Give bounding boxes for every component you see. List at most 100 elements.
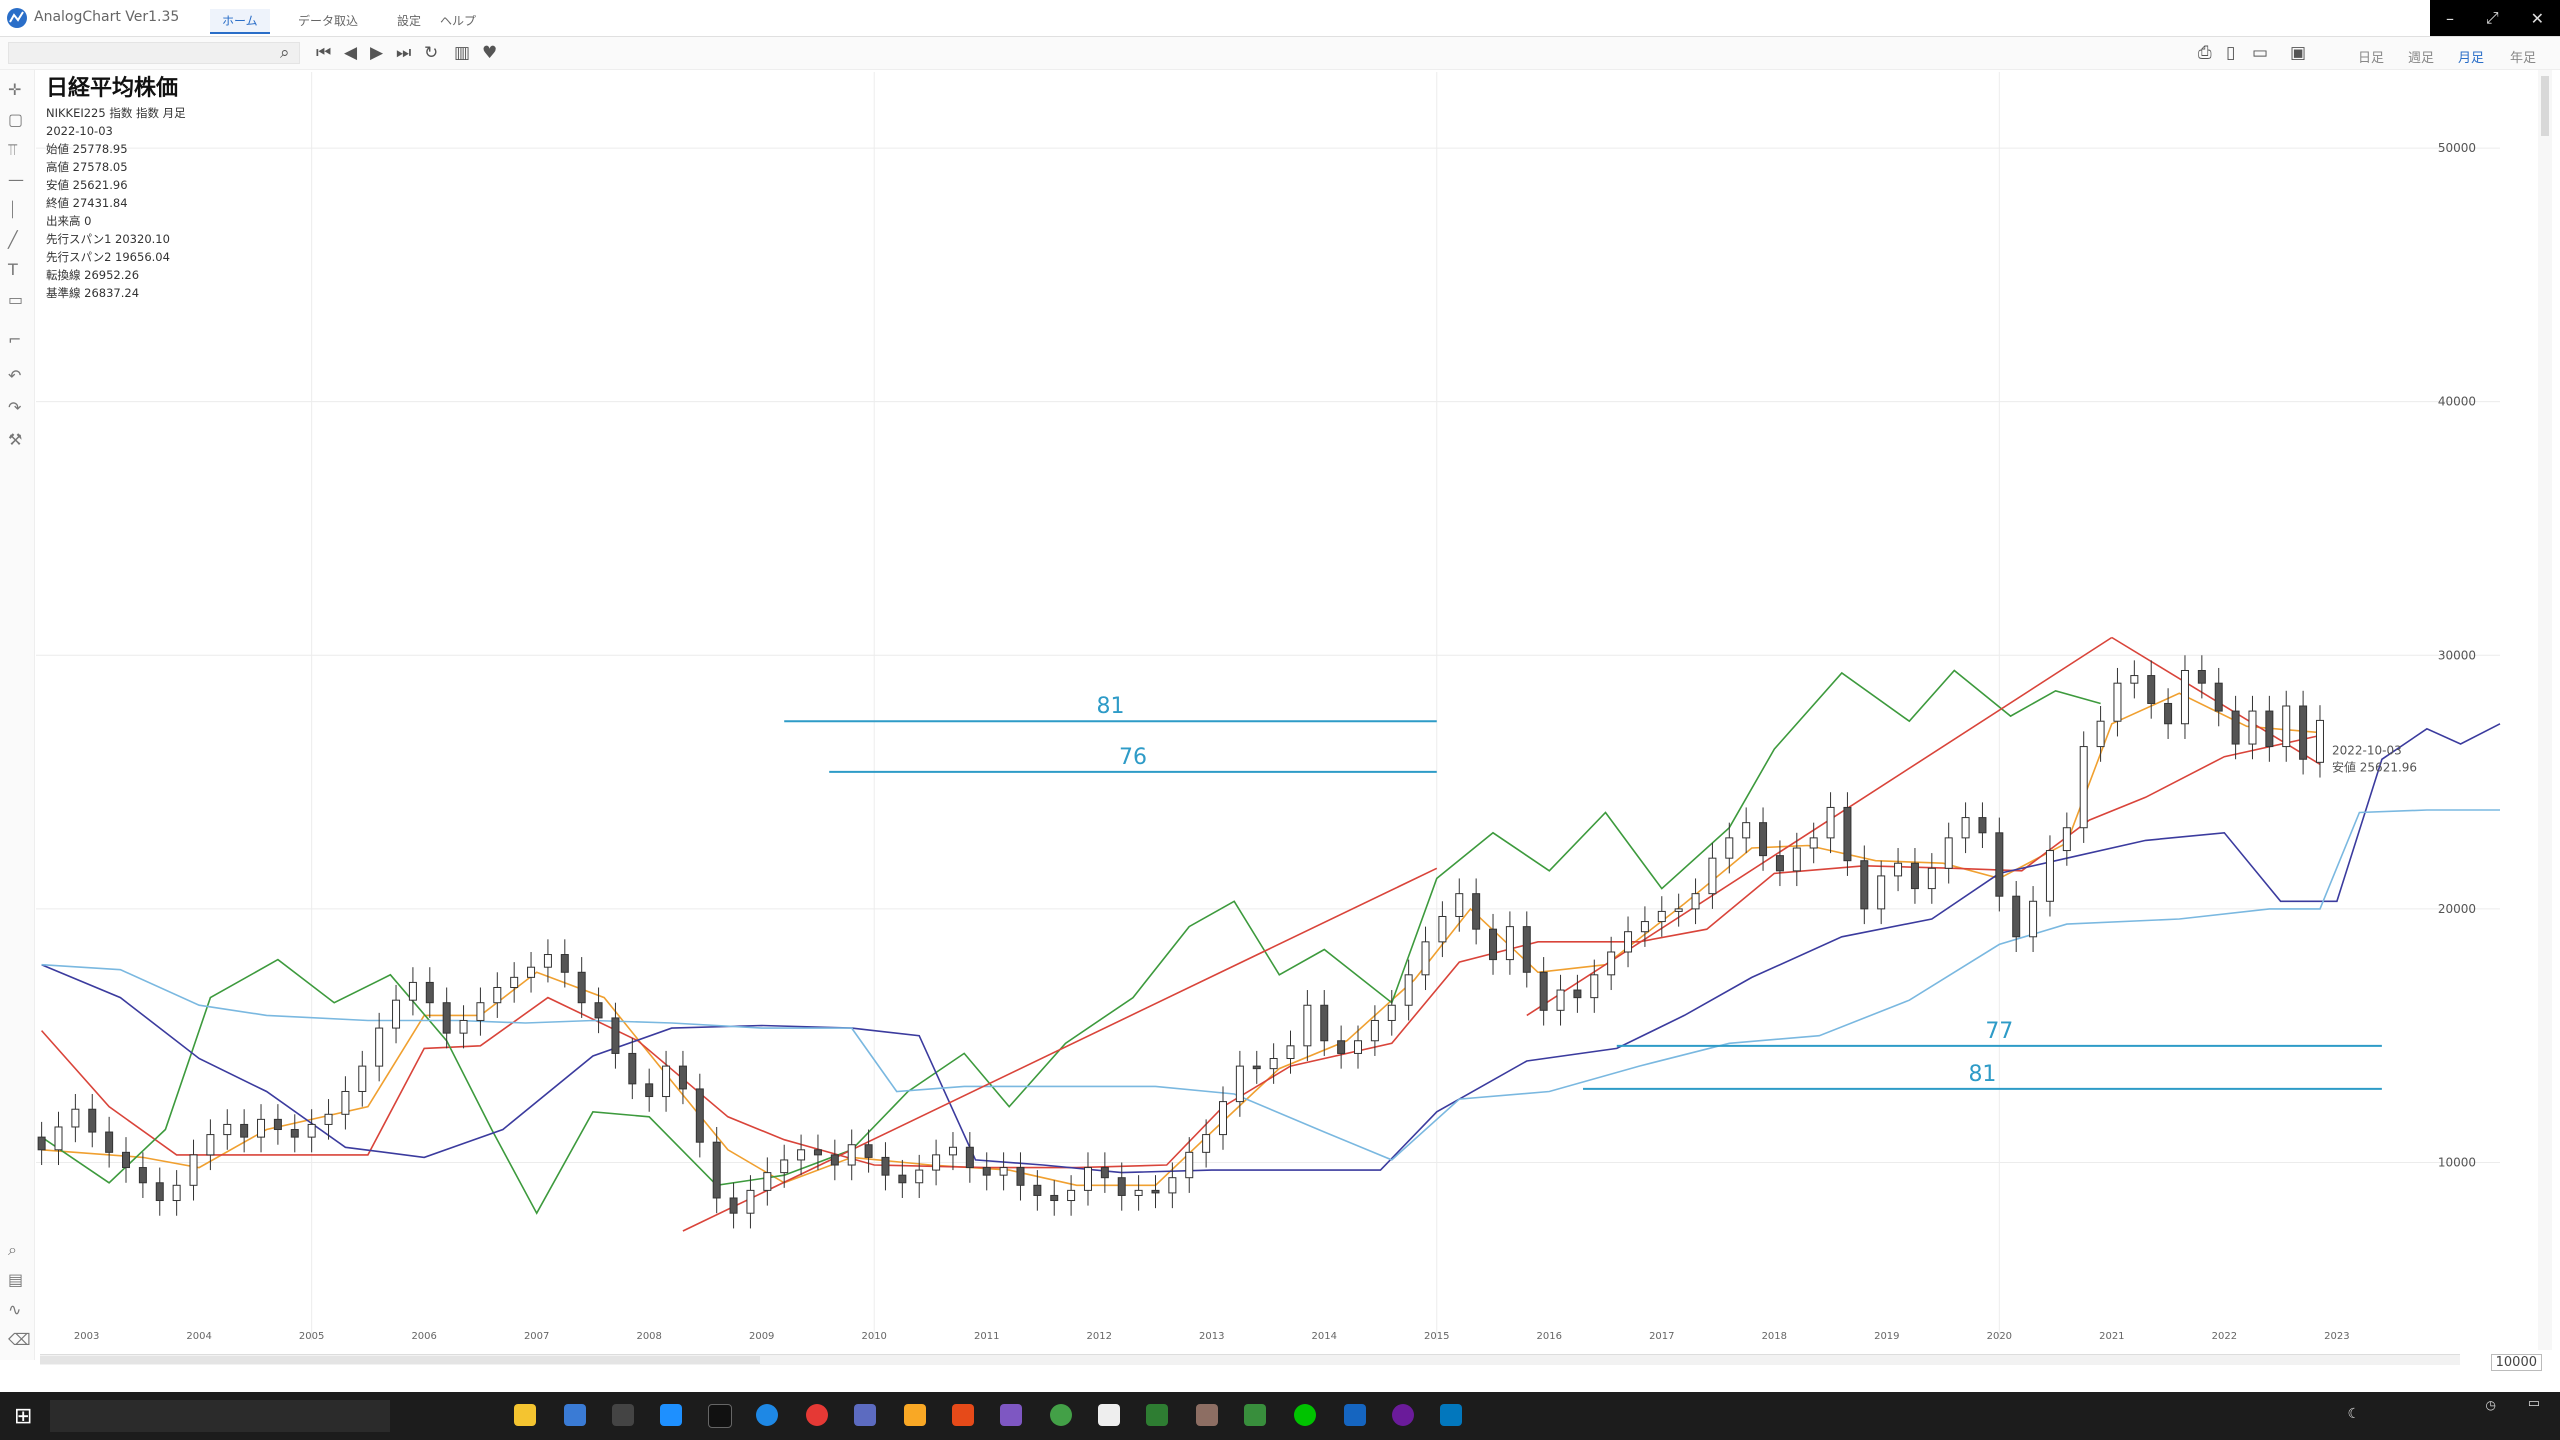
edge-icon[interactable]	[756, 1404, 778, 1426]
tab-help[interactable]: ヘルプ	[428, 9, 488, 32]
app-icon[interactable]	[904, 1404, 926, 1426]
vertical-scroll-thumb[interactable]	[2541, 76, 2549, 136]
corner-icon[interactable]: ⌐	[8, 330, 21, 349]
candle-body	[1657, 910, 1666, 923]
fib-icon[interactable]: ⫪	[8, 140, 17, 160]
app-icon[interactable]	[1098, 1404, 1120, 1426]
candle-body	[2265, 710, 2274, 748]
weather-icon[interactable]: ☾	[2347, 1406, 2360, 1422]
text-icon[interactable]: T	[8, 260, 18, 279]
x-tick-label: 2016	[1537, 1331, 1562, 1342]
app-icon[interactable]	[612, 1404, 634, 1426]
first-icon[interactable]: ⏮	[316, 43, 331, 63]
horizontal-line-icon[interactable]: —	[8, 170, 24, 189]
undo-icon[interactable]: ↶	[8, 366, 21, 385]
last-icon[interactable]: ⏭	[396, 43, 411, 63]
favorite-heart-icon[interactable]: ♥	[482, 43, 497, 63]
candle-body	[1843, 806, 1852, 862]
candle-body	[206, 1134, 215, 1156]
app-logo-icon	[7, 8, 27, 28]
candle-body	[2113, 682, 2122, 722]
candle-body	[1016, 1167, 1025, 1186]
candle-body	[611, 1017, 620, 1054]
note-icon[interactable]: ▭	[8, 290, 23, 309]
app-icon[interactable]	[1196, 1404, 1218, 1426]
file-explorer-icon[interactable]	[514, 1404, 536, 1426]
refresh-icon[interactable]: ↻	[424, 43, 438, 63]
analogchart-taskbar-icon[interactable]	[1344, 1404, 1366, 1426]
tab-data-import[interactable]: データ取込	[286, 9, 370, 32]
next-icon[interactable]: ▶	[370, 43, 383, 63]
app-icon[interactable]	[1440, 1404, 1462, 1426]
save-icon[interactable]: ▣	[2290, 43, 2306, 63]
vertical-line-icon[interactable]: ⏐	[8, 200, 17, 220]
tab-weekly[interactable]: 週足	[2408, 47, 2434, 66]
candle-body	[1218, 1101, 1227, 1136]
symbol-search-input[interactable]	[8, 42, 300, 64]
taskbar-search-box[interactable]	[50, 1400, 390, 1432]
rectangle-select-icon[interactable]: ▢	[8, 110, 23, 129]
close-icon[interactable]: ✕	[2531, 9, 2544, 28]
indicator-line	[41, 692, 2321, 1187]
candle-body	[1910, 862, 1919, 890]
folder-icon[interactable]: ▭	[2252, 43, 2268, 63]
info-open: 始値 25778.95	[46, 142, 128, 156]
new-file-icon[interactable]: ▯	[2226, 43, 2235, 63]
tab-home[interactable]: ホーム	[210, 9, 270, 34]
x-tick-label: 2009	[749, 1331, 774, 1342]
eraser-icon[interactable]: ⌫	[8, 1330, 31, 1349]
wave-icon[interactable]: ∿	[8, 1300, 21, 1319]
print-icon[interactable]: ⎙	[2198, 43, 2212, 63]
app-icon[interactable]	[854, 1404, 876, 1426]
app-icon[interactable]	[1392, 1404, 1414, 1426]
tab-yearly[interactable]: 年足	[2510, 47, 2536, 66]
visual-studio-icon[interactable]	[1000, 1404, 1022, 1426]
search-icon[interactable]: ⌕	[280, 43, 290, 63]
candle-body	[999, 1167, 1008, 1176]
candle-body	[527, 966, 536, 978]
zoom-value[interactable]: 10000	[2490, 1354, 2542, 1371]
app-icon[interactable]	[1244, 1404, 1266, 1426]
maximize-icon[interactable]: ⤢	[2486, 8, 2499, 28]
candle-body	[543, 954, 552, 968]
candle-body	[2315, 719, 2324, 763]
candle-body	[189, 1154, 198, 1186]
chrome-icon[interactable]	[806, 1404, 828, 1426]
candle-body	[1590, 974, 1599, 999]
candle-body	[2062, 827, 2071, 852]
wrench-icon[interactable]: ⚒	[8, 430, 22, 449]
candle-body	[1725, 837, 1734, 859]
x-tick-label: 2004	[186, 1331, 211, 1342]
candle-body	[678, 1065, 687, 1090]
tab-settings[interactable]: 設定	[385, 9, 433, 32]
excel-icon[interactable]	[1146, 1404, 1168, 1426]
x-tick-label: 2018	[1762, 1331, 1787, 1342]
redo-icon[interactable]: ↷	[8, 398, 21, 417]
tab-monthly[interactable]: 月足	[2458, 47, 2484, 66]
clipboard-icon[interactable]: ▤	[8, 1270, 23, 1289]
crosshair-icon[interactable]: ✛	[8, 80, 21, 99]
tab-daily[interactable]: 日足	[2358, 47, 2384, 66]
clock-icon[interactable]: ◷	[2486, 1396, 2496, 1414]
info-span1: 先行スパン1 20320.10	[46, 232, 170, 246]
windows-start-icon[interactable]: ⊞	[14, 1404, 32, 1429]
candle-body	[1944, 837, 1953, 869]
notification-icon[interactable]: ▭	[2528, 1396, 2540, 1411]
horizontal-scroll-thumb[interactable]	[40, 1356, 760, 1364]
line-icon[interactable]	[1294, 1404, 1316, 1426]
candle-body	[780, 1159, 789, 1174]
terminal-icon[interactable]	[708, 1404, 732, 1428]
horizontal-scrollbar[interactable]	[40, 1354, 2460, 1365]
vertical-scrollbar[interactable]	[2538, 70, 2552, 1350]
minimize-icon[interactable]: –	[2446, 9, 2454, 28]
app-icon[interactable]	[660, 1404, 682, 1426]
app-icon[interactable]	[564, 1404, 586, 1426]
prev-icon[interactable]: ◀	[344, 43, 357, 63]
chrome-icon[interactable]	[1050, 1404, 1072, 1426]
grid-icon[interactable]: ▥	[454, 43, 470, 63]
app-icon[interactable]	[952, 1404, 974, 1426]
trend-line-icon[interactable]: ╱	[8, 230, 18, 249]
candle-body	[358, 1065, 367, 1092]
chart-canvas[interactable]: 10000 20000 30000 40000 50000 2003 2004 2005 200…	[0, 0, 2560, 1440]
zoom-doc-icon[interactable]: ⌕	[8, 1240, 17, 1260]
